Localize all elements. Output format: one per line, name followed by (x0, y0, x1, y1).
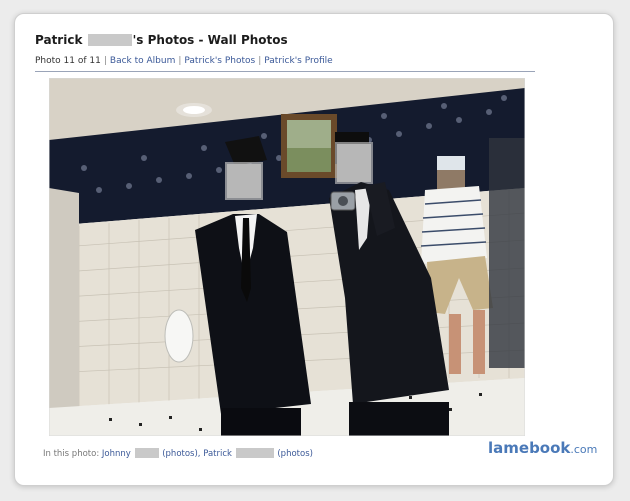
title-suffix: 's Photos - Wall Photos (132, 33, 288, 47)
redacted-surname (235, 448, 274, 458)
tagged-person-photos-link[interactable]: (photos), (162, 449, 200, 459)
title-owner: Patrick (35, 33, 83, 47)
separator: | (258, 56, 262, 66)
lamebook-watermark: lamebook.com (488, 438, 597, 457)
urinal (164, 309, 194, 363)
owner-photos-link[interactable]: Patrick's Photos (184, 56, 255, 66)
photo-counter: Photo 11 of 11 (35, 56, 101, 66)
photo-tags: In this photo: Johnny (photos), Patrick … (43, 448, 313, 459)
photo-image (49, 78, 525, 436)
redacted-surname (134, 448, 159, 458)
redacted-surname (87, 34, 132, 46)
watermark-domain: .com (570, 443, 598, 456)
page-title: Patrick 's Photos - Wall Photos (35, 33, 288, 47)
photo-card: Patrick 's Photos - Wall Photos Photo 11… (14, 13, 614, 486)
separator: | (178, 56, 182, 66)
main-photo[interactable] (49, 78, 525, 436)
photo-navigation: Photo 11 of 11 | Back to Album | Patrick's P… (35, 56, 333, 66)
separator: | (103, 56, 107, 66)
watermark-brand: lamebook (488, 439, 571, 457)
tagged-person-photos-link[interactable]: (photos) (277, 449, 313, 459)
back-to-album-link[interactable]: Back to Album (110, 56, 175, 66)
divider (35, 71, 535, 72)
tags-label: In this photo: (43, 449, 100, 459)
tagged-person-link[interactable]: Patrick (203, 449, 232, 459)
partition (49, 188, 79, 436)
background-person-shirt (421, 186, 487, 264)
tagged-person-link[interactable]: Johnny (102, 449, 131, 459)
owner-profile-link[interactable]: Patrick's Profile (264, 56, 332, 66)
